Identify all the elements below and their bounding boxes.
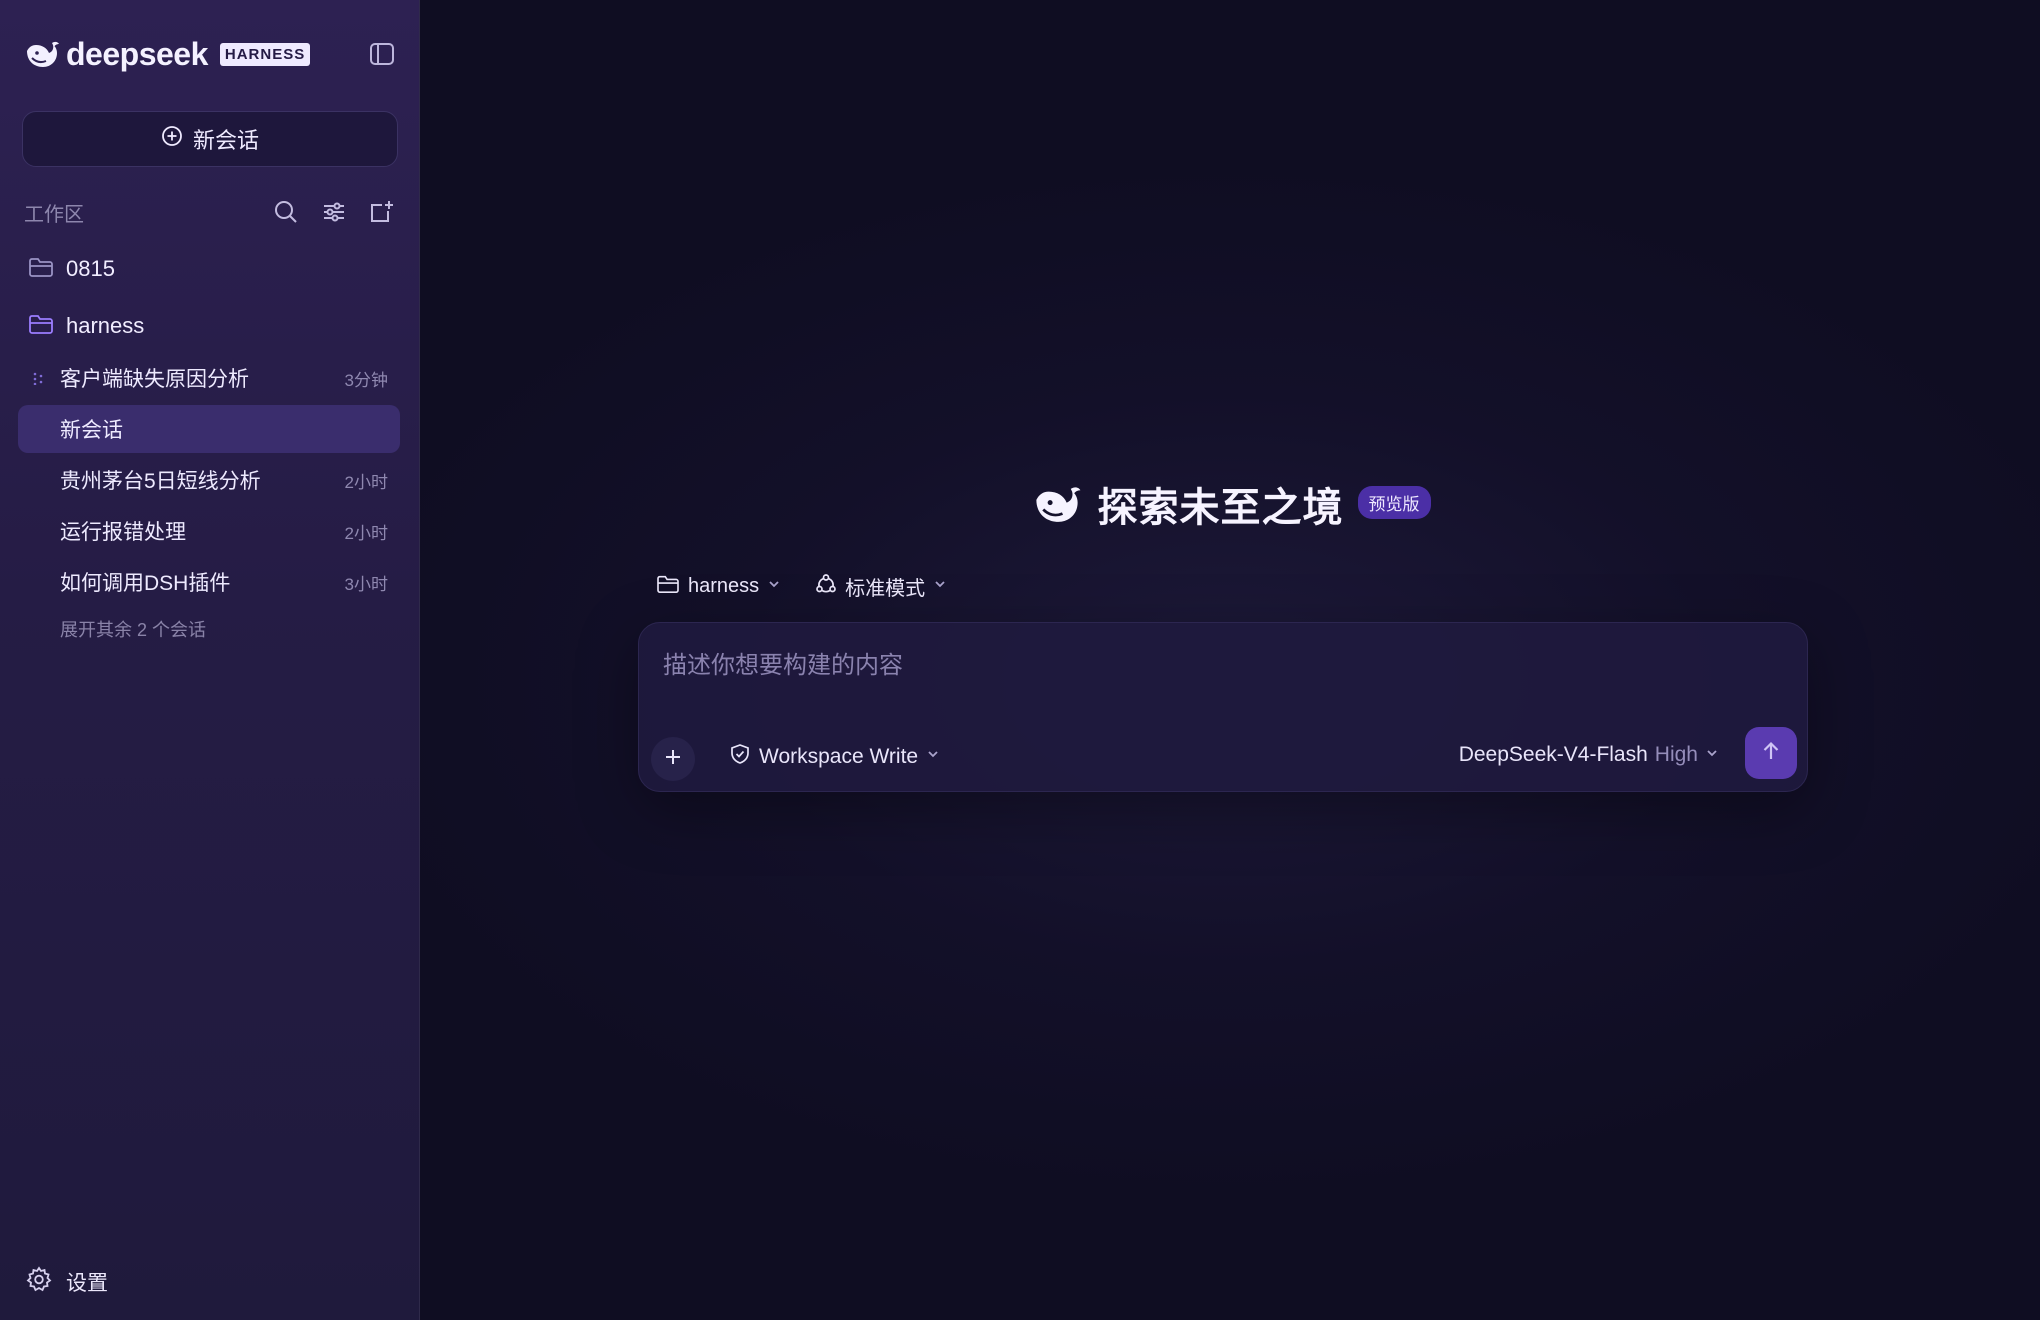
session-item[interactable]: 运行报错处理 2小时 [18,507,400,555]
chevron-down-icon [926,747,940,766]
session-time: 2小时 [344,472,388,492]
expand-more-sessions-link[interactable]: 展开其余 2 个会话 [60,616,206,642]
workspace-tools [272,198,396,226]
prompt-composer: Workspace Write DeepSeek-V4-Flash High [638,622,1808,792]
folder-icon [28,256,54,283]
folder-name: 0815 [66,256,115,281]
filter-sliders-icon[interactable] [320,198,348,226]
folder-open-icon [28,313,54,340]
permission-label: Workspace Write [759,744,919,768]
session-title: 客户端缺失原因分析 [60,368,249,391]
sidebar-toggle-icon[interactable] [368,40,396,68]
model-name: DeepSeek-V4-Flash [1458,743,1648,766]
whale-logo-icon [1030,482,1084,526]
attach-button[interactable] [651,737,695,781]
session-item[interactable]: 客户端缺失原因分析 3分钟 [18,354,400,402]
settings-label: 设置 [66,1271,108,1295]
arrow-up-icon [1759,739,1783,768]
brand-badge: HARNESS [219,42,311,66]
workspace-header: 工作区 [24,194,396,230]
folder-selector-label: harness [688,574,760,597]
mode-selector-label: 标准模式 [845,577,926,600]
chevron-down-icon [933,577,947,596]
gear-icon [26,1266,52,1297]
plus-icon [663,747,683,772]
search-icon[interactable] [272,198,300,226]
folder-item[interactable]: 0815 [28,249,388,289]
session-title: 如何调用DSH插件 [60,572,231,595]
model-level: High [1654,743,1698,766]
preview-badge: 预览版 [1357,485,1431,519]
session-item[interactable]: 如何调用DSH插件 3小时 [18,558,400,606]
sidebar: deepseek HARNESS 新会话 工作区 0815 harness 客户… [0,0,420,1320]
chevron-down-icon [1705,746,1719,765]
new-chat-button[interactable]: 新会话 [22,111,398,167]
plus-circle-icon [161,125,183,153]
hero-title: 探索未至之境 [1097,486,1344,530]
whale-logo-icon [24,38,60,70]
main-area: 探索未至之境 预览版 harness 标准模式 描述你想要构建的内容 Works… [420,0,2040,1320]
mode-selector[interactable]: 标准模式 [815,572,947,601]
prompt-input[interactable] [663,641,1783,691]
workspace-label: 工作区 [24,203,84,226]
chevron-down-icon [767,577,781,596]
cycle-mode-icon [815,573,837,600]
shield-icon [729,743,751,770]
session-item-active[interactable]: 新会话 [18,405,400,453]
settings-button[interactable]: 设置 [26,1266,108,1297]
loading-dots-icon [32,371,46,386]
send-button[interactable] [1745,727,1797,779]
session-item[interactable]: 贵州茅台5日短线分析 2小时 [18,456,400,504]
permission-selector[interactable]: Workspace Write [729,743,940,770]
session-title: 新会话 [60,419,123,442]
folder-selector[interactable]: harness [656,574,781,599]
brand-row: deepseek HARNESS [24,34,396,74]
app-window: deepseek HARNESS 新会话 工作区 0815 harness 客户… [0,0,2040,1320]
session-time: 3分钟 [344,370,388,390]
new-chat-label: 新会话 [192,128,259,153]
session-title: 运行报错处理 [60,521,186,544]
folder-name: harness [66,313,145,338]
folder-icon [656,574,680,599]
model-selector[interactable]: DeepSeek-V4-Flash High [1459,743,1719,767]
folder-item[interactable]: harness [28,306,388,346]
context-selectors: harness 标准模式 [656,569,947,603]
session-time: 3小时 [344,574,388,594]
hero-header: 探索未至之境 预览版 [420,474,2040,534]
new-folder-icon[interactable] [368,198,396,226]
session-time: 2小时 [344,523,388,543]
session-title: 贵州茅台5日短线分析 [60,470,261,493]
brand-name: deepseek [66,35,208,72]
